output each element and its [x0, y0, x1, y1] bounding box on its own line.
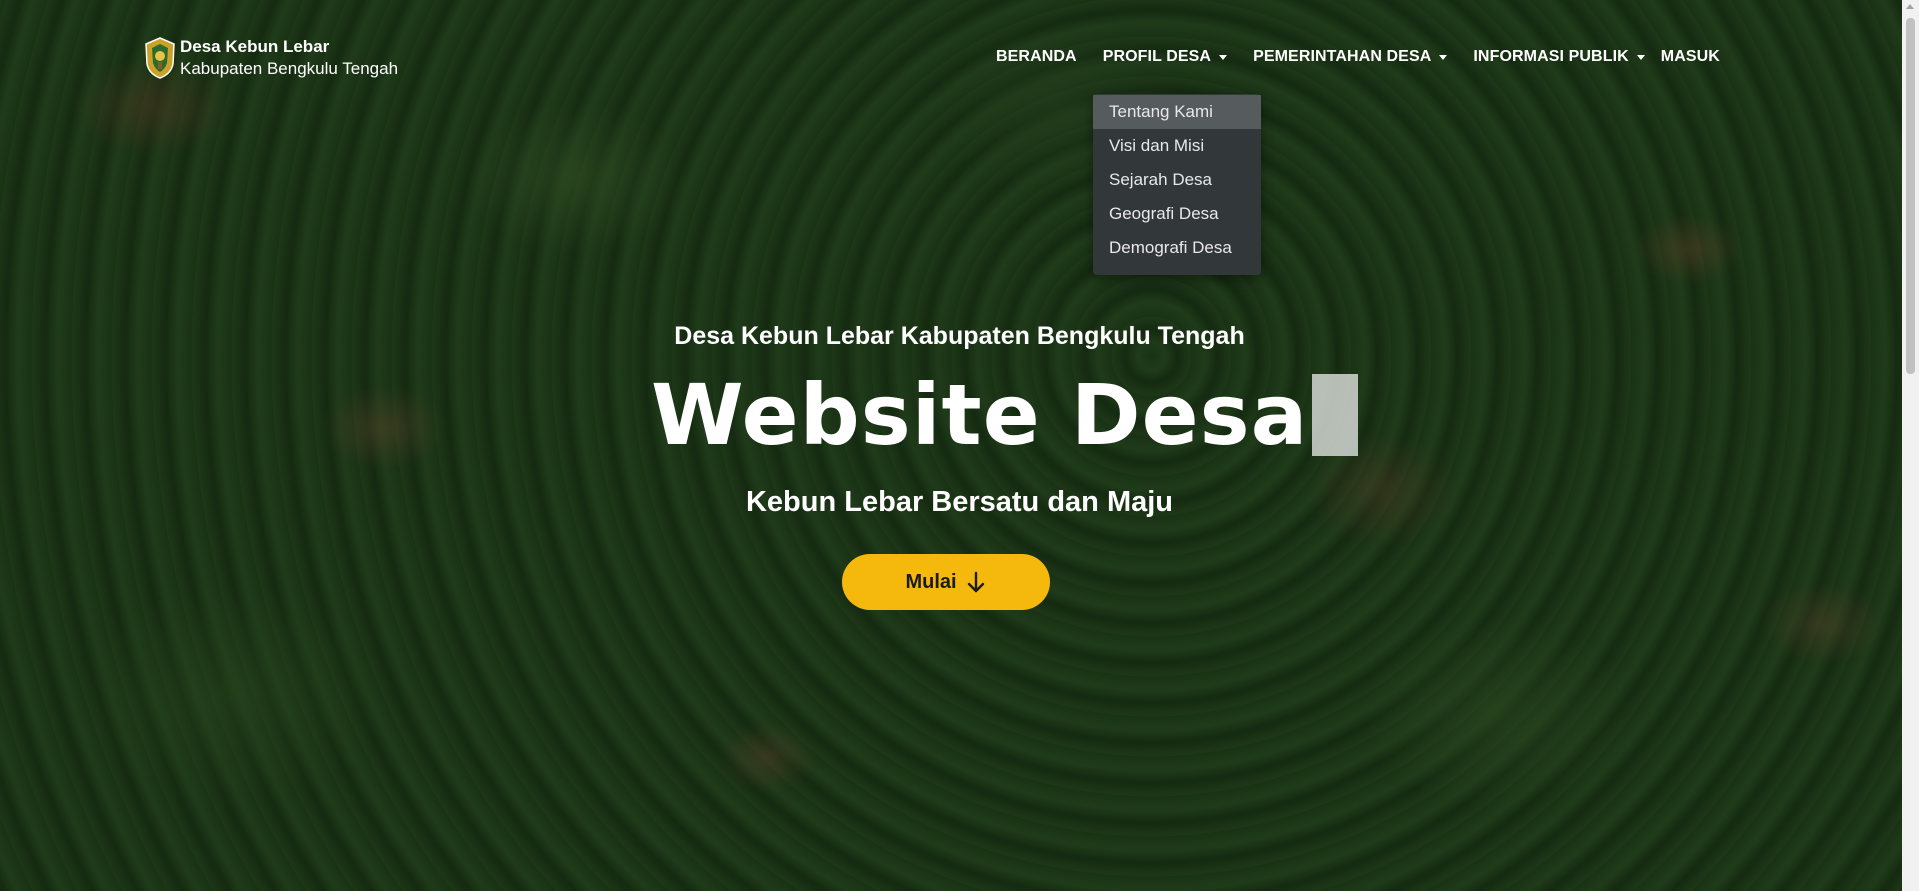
hero-headline-text: Website Desa: [651, 366, 1309, 464]
nav-item-masuk[interactable]: MASUK: [1661, 48, 1720, 66]
hero-top-title: Desa Kebun Lebar Kabupaten Bengkulu Teng…: [674, 322, 1245, 350]
mulai-button[interactable]: Mulai: [842, 554, 1050, 610]
nav-label: MASUK: [1660, 48, 1720, 65]
profil-desa-dropdown: Tentang Kami Visi dan Misi Sejarah Desa …: [1093, 94, 1261, 275]
caret-down-icon: [1439, 54, 1448, 60]
nav-item-pemerintahan-desa[interactable]: PEMERINTAHAN DESA: [1253, 48, 1448, 66]
dropdown-item-tentang-kami[interactable]: Tentang Kami: [1093, 95, 1261, 129]
nav-label: PROFIL DESA: [1102, 48, 1212, 65]
nav-label: BERANDA: [996, 48, 1077, 65]
brand-subtitle: Kabupaten Bengkulu Tengah: [180, 59, 399, 78]
caret-down-icon: [1219, 54, 1228, 60]
scrollbar-thumb[interactable]: [1906, 18, 1915, 374]
page-scrollbar[interactable]: [1902, 0, 1919, 891]
hero-tagline: Kebun Lebar Bersatu dan Maju: [745, 486, 1173, 518]
dropdown-item-visi-misi[interactable]: Visi dan Misi: [1093, 129, 1261, 163]
page: Desa Kebun Lebar Kabupaten Bengkulu Teng…: [0, 0, 1919, 891]
typing-cursor: [1312, 374, 1359, 456]
brand-name: Desa Kebun Lebar: [180, 37, 330, 56]
dropdown-item-sejarah-desa[interactable]: Sejarah Desa: [1093, 163, 1261, 197]
arrow-down-icon: [967, 571, 984, 593]
caret-down-icon: [1636, 54, 1645, 60]
hero-headline: Website Desa: [651, 366, 1359, 464]
nav-label: PEMERINTAHAN DESA: [1253, 48, 1432, 65]
nav-item-beranda[interactable]: BERANDA: [996, 48, 1077, 66]
main-nav: BERANDA PROFIL DESA PEMERINTAHAN DESA IN…: [996, 48, 1720, 66]
dropdown-item-demografi-desa[interactable]: Demografi Desa: [1093, 231, 1261, 265]
nav-item-profil-desa[interactable]: PROFIL DESA: [1102, 48, 1228, 66]
nav-label: INFORMASI PUBLIK: [1473, 48, 1629, 65]
nav-item-informasi-publik[interactable]: INFORMASI PUBLIK: [1473, 48, 1645, 66]
regency-emblem-icon: [145, 37, 175, 79]
mulai-button-label: Mulai: [905, 570, 957, 593]
brand[interactable]: Desa Kebun Lebar Kabupaten Bengkulu Teng…: [144, 36, 398, 80]
scroll-up-arrow-icon[interactable]: [1906, 4, 1914, 9]
dropdown-item-geografi-desa[interactable]: Geografi Desa: [1093, 197, 1261, 231]
